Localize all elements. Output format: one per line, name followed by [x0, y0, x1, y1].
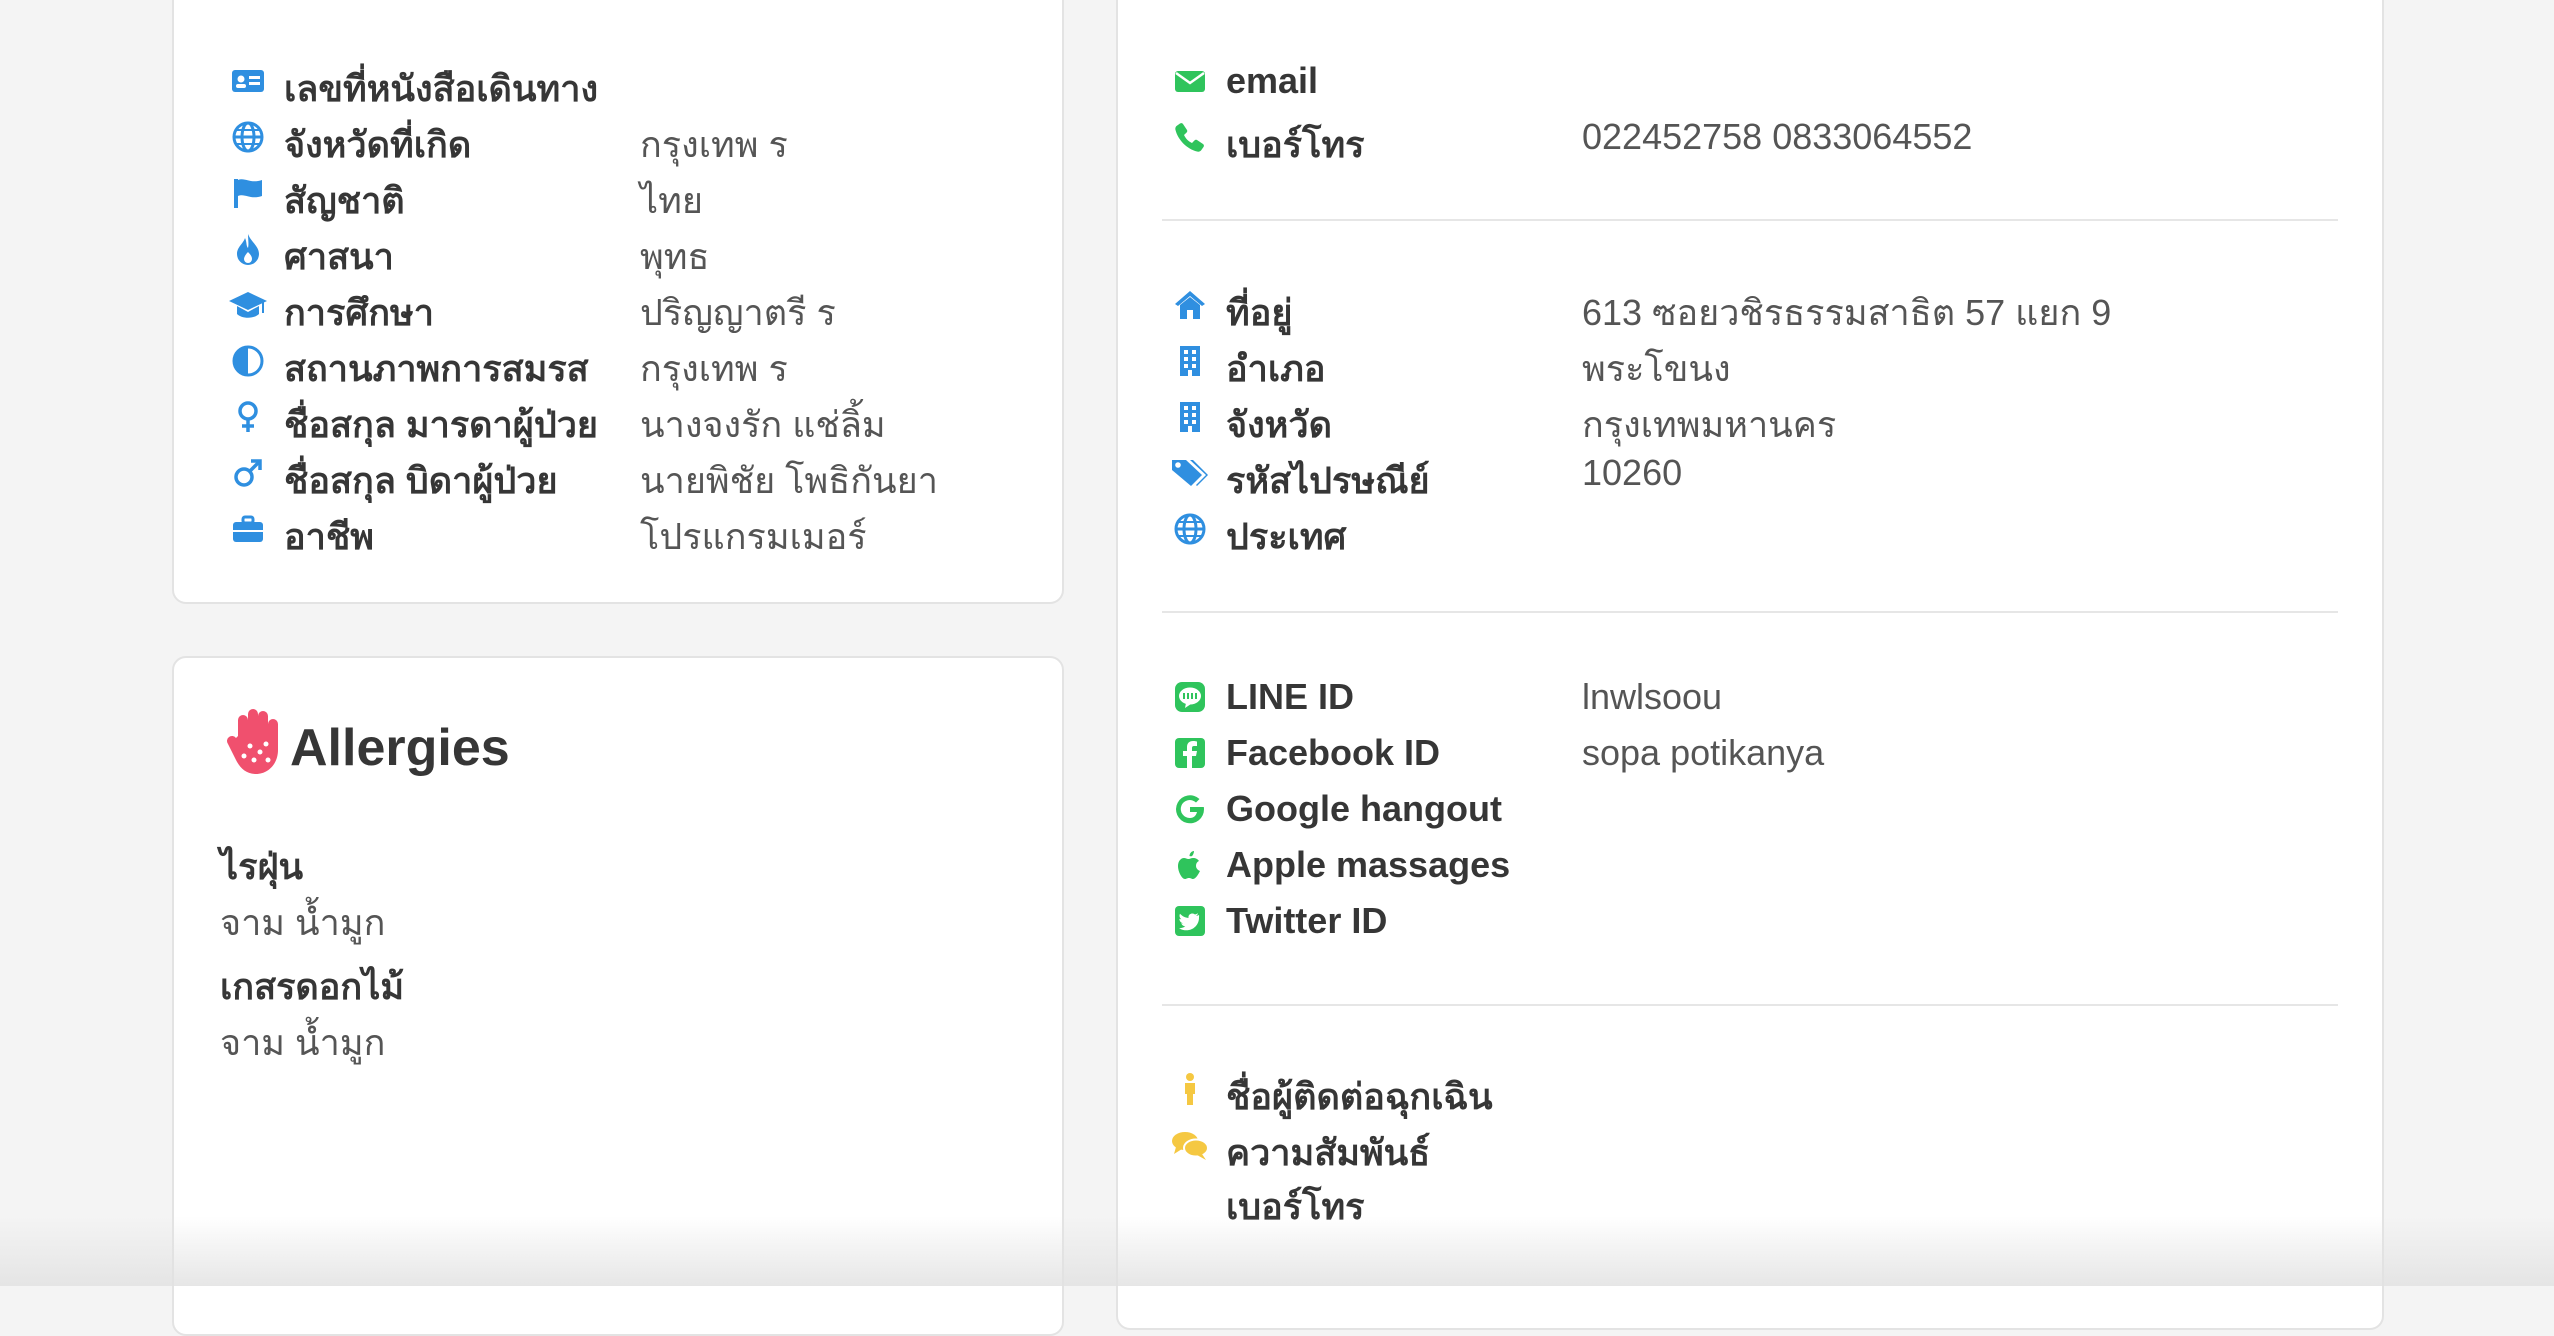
divider	[1162, 1004, 2338, 1006]
father-name-value: นายพิชัย โพธิกันยา	[640, 460, 938, 501]
address-value: 613 ซอยวชิรธรรมสาธิต 57 แยก 9	[1582, 292, 2112, 333]
phone-label: เบอร์โทร	[1226, 124, 1365, 165]
birth-province-value: กรุงเทพ ร	[640, 124, 788, 165]
divider	[1162, 219, 2338, 221]
facebook-icon	[1170, 733, 1210, 773]
birth-province-label: จังหวัดที่เกิด	[284, 124, 472, 165]
building-icon	[1170, 397, 1210, 437]
education-label: การศึกษา	[284, 292, 434, 333]
line-icon	[1170, 677, 1210, 717]
google-hangout-label: Google hangout	[1226, 788, 1502, 829]
briefcase-icon	[228, 509, 268, 549]
google-icon	[1170, 789, 1210, 829]
address-label: ที่อยู่	[1226, 292, 1293, 333]
home-icon	[1170, 285, 1210, 325]
education-value: ปริญญาตรี ร	[640, 292, 836, 333]
religion-label: ศาสนา	[284, 236, 394, 277]
id-card-icon	[228, 61, 268, 101]
line-id-value: lnwlsoou	[1582, 676, 1723, 717]
postal-code-value: 10260	[1582, 452, 1683, 493]
postal-code-label: รหัสไปรษณีย์	[1226, 460, 1430, 501]
occupation-value: โปรแกรมเมอร์	[640, 516, 867, 557]
allergies-title: Allergies	[290, 719, 510, 777]
twitter-icon	[1170, 901, 1210, 941]
tags-icon	[1168, 453, 1212, 493]
facebook-id-value: sopa potikanya	[1582, 732, 1825, 773]
mother-name-value: นางจงรัก แช่ลิ้ม	[640, 404, 886, 445]
father-name-label: ชื่อสกุล บิดาผู้ป่วย	[284, 460, 558, 501]
allergy-name: ไรฝุ่น	[220, 846, 304, 887]
line-id-label: LINE ID	[1226, 676, 1355, 717]
person-icon	[1170, 1069, 1210, 1109]
phone-value: 022452758 0833064552	[1582, 116, 1973, 157]
envelope-icon	[1170, 61, 1210, 101]
venus-icon	[228, 397, 268, 437]
comments-icon	[1168, 1125, 1212, 1165]
email-label: email	[1226, 60, 1319, 101]
nationality-label: สัญชาติ	[284, 180, 405, 221]
marital-status-value: กรุงเทพ ร	[640, 348, 788, 389]
flame-icon	[228, 229, 268, 269]
apple-icon	[1170, 845, 1210, 885]
passport-number-label: เลขที่หนังสือเดินทาง	[284, 68, 599, 109]
globe-icon	[228, 117, 268, 157]
district-value: พระโขนง	[1582, 348, 1731, 389]
facebook-id-label: Facebook ID	[1226, 732, 1441, 773]
allergy-description: จาม น้ำมูก	[220, 902, 386, 943]
country-label: ประเทศ	[1226, 516, 1347, 557]
flag-icon	[228, 173, 268, 213]
nationality-value: ไทย	[640, 180, 703, 221]
mother-name-label: ชื่อสกุล มารดาผู้ป่วย	[284, 404, 599, 445]
marital-status-label: สถานภาพการสมรส	[284, 348, 589, 389]
mars-icon	[228, 453, 268, 493]
allergy-description: จาม น้ำมูก	[220, 1022, 386, 1063]
apple-messages-label: Apple massages	[1226, 844, 1511, 885]
graduation-cap-icon	[226, 285, 270, 325]
province-value: กรุงเทพมหานคร	[1582, 404, 1837, 445]
globe-icon	[1170, 509, 1210, 549]
district-label: อำเภอ	[1226, 348, 1326, 389]
building-icon	[1170, 341, 1210, 381]
divider	[1162, 611, 2338, 613]
allergy-name: เกสรดอกไม้	[220, 966, 405, 1007]
occupation-label: อาชีพ	[284, 516, 374, 557]
half-circle-icon	[228, 341, 268, 381]
emergency-contact-name-label: ชื่อผู้ติดต่อฉุกเฉิน	[1226, 1076, 1493, 1117]
phone-icon	[1170, 117, 1210, 157]
province-label: จังหวัด	[1226, 404, 1332, 445]
twitter-id-label: Twitter ID	[1226, 900, 1388, 941]
allergy-hand-icon	[224, 706, 288, 776]
emergency-phone-label: เบอร์โทร	[1226, 1186, 1365, 1227]
religion-value: พุทธ	[640, 236, 710, 277]
relationship-label: ความสัมพันธ์	[1226, 1132, 1431, 1173]
